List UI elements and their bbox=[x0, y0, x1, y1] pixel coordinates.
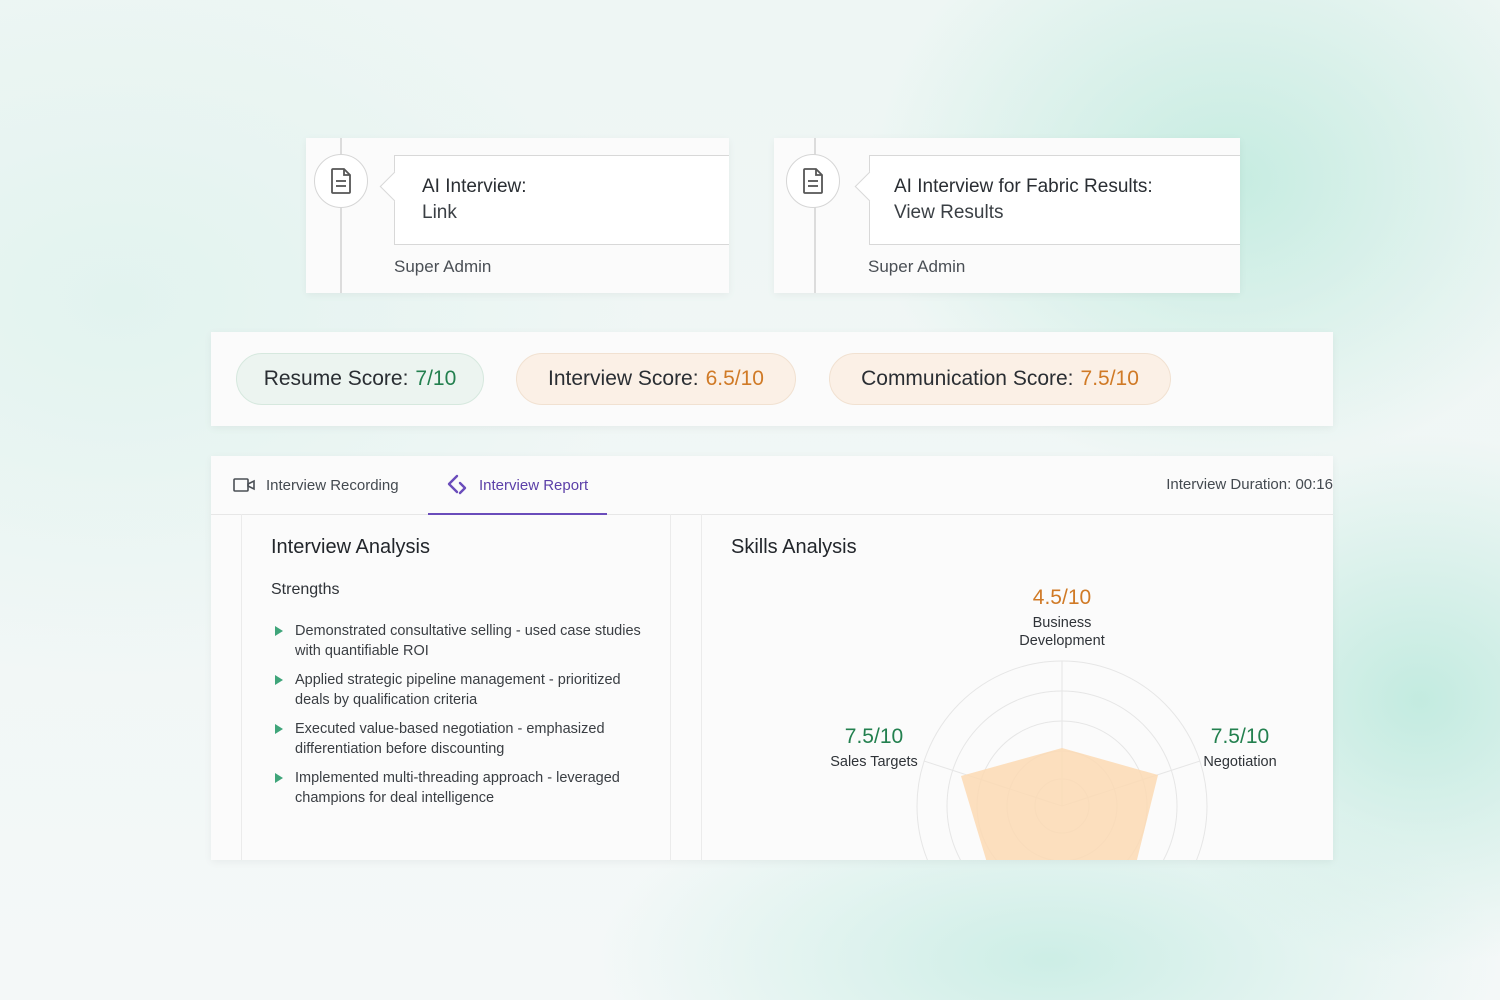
divider bbox=[670, 514, 671, 860]
activity-author: Super Admin bbox=[868, 257, 966, 276]
strengths-list: Demonstrated consultative selling - used… bbox=[273, 621, 653, 817]
skill-sales-targets: 7.5/10 Sales Targets bbox=[809, 725, 939, 771]
interview-analysis-title: Interview Analysis bbox=[271, 536, 430, 558]
report-icon bbox=[447, 474, 467, 495]
activity-card-ai-interview: AI Interview: Link Super Admin bbox=[306, 138, 729, 293]
strength-text: Applied strategic pipeline management - … bbox=[295, 672, 621, 708]
skill-negotiation: 7.5/10 Negotiation bbox=[1175, 725, 1305, 771]
activity-author: Super Admin bbox=[394, 257, 492, 276]
strength-text: Demonstrated consultative selling - used… bbox=[295, 623, 641, 659]
interview-score-label: Interview Score: bbox=[548, 367, 699, 390]
bullet-arrow-icon bbox=[275, 675, 283, 685]
interview-score-badge: Interview Score: 6.5/10 bbox=[516, 353, 796, 405]
list-item: Applied strategic pipeline management - … bbox=[273, 670, 653, 710]
strength-text: Implemented multi-threading approach - l… bbox=[295, 770, 620, 806]
list-item: Implemented multi-threading approach - l… bbox=[273, 768, 653, 808]
interview-report-panel: Interview Recording Interview Report Int… bbox=[211, 456, 1333, 860]
bullet-arrow-icon bbox=[275, 773, 283, 783]
communication-score-label: Communication Score: bbox=[861, 367, 1074, 390]
skills-analysis-title: Skills Analysis bbox=[731, 536, 857, 558]
activity-bubble: AI Interview: Link bbox=[394, 155, 729, 245]
activity-title: AI Interview: bbox=[422, 176, 527, 197]
report-tabs: Interview Recording Interview Report Int… bbox=[211, 456, 1333, 515]
strengths-title: Strengths bbox=[271, 581, 340, 598]
divider bbox=[701, 514, 702, 860]
radar-area bbox=[961, 748, 1158, 860]
activity-link[interactable]: Link bbox=[422, 202, 457, 224]
bullet-arrow-icon bbox=[275, 626, 283, 636]
bullet-arrow-icon bbox=[275, 724, 283, 734]
activity-card-fabric-results: AI Interview for Fabric Results: View Re… bbox=[774, 138, 1240, 293]
skill-label: Business Development bbox=[1019, 615, 1105, 649]
skills-radar-chart bbox=[916, 660, 1208, 860]
skill-label: Sales Targets bbox=[830, 754, 918, 770]
tab-label: Interview Report bbox=[479, 476, 589, 494]
divider bbox=[241, 514, 242, 860]
view-results-link[interactable]: View Results bbox=[894, 202, 1003, 224]
score-summary: Resume Score: 7/10 Interview Score: 6.5/… bbox=[211, 332, 1333, 426]
skill-value: 7.5/10 bbox=[844, 725, 904, 748]
tab-interview-recording[interactable]: Interview Recording bbox=[233, 456, 399, 514]
activity-title: AI Interview for Fabric Results: bbox=[894, 176, 1153, 197]
communication-score-value: 7.5/10 bbox=[1080, 367, 1139, 390]
skill-value: 7.5/10 bbox=[1210, 725, 1270, 748]
skill-business-development: 4.5/10 Business Development bbox=[982, 586, 1142, 650]
document-icon bbox=[786, 154, 840, 208]
resume-score-value: 7/10 bbox=[415, 367, 457, 390]
list-item: Demonstrated consultative selling - used… bbox=[273, 621, 653, 661]
interview-duration: Interview Duration: 00:16 bbox=[1166, 476, 1333, 493]
list-item: Executed value-based negotiation - empha… bbox=[273, 719, 653, 759]
interview-score-value: 6.5/10 bbox=[705, 367, 764, 390]
tab-interview-report[interactable]: Interview Report bbox=[427, 456, 608, 515]
communication-score-badge: Communication Score: 7.5/10 bbox=[829, 353, 1171, 405]
resume-score-label: Resume Score: bbox=[263, 367, 409, 390]
video-camera-icon bbox=[233, 478, 255, 492]
skill-value: 4.5/10 bbox=[1032, 586, 1092, 609]
tab-label: Interview Recording bbox=[266, 476, 399, 494]
activity-bubble: AI Interview for Fabric Results: View Re… bbox=[869, 155, 1240, 245]
document-icon bbox=[314, 154, 368, 208]
strength-text: Executed value-based negotiation - empha… bbox=[295, 721, 605, 757]
resume-score-badge: Resume Score: 7/10 bbox=[236, 353, 484, 405]
skill-label: Negotiation bbox=[1203, 754, 1277, 770]
